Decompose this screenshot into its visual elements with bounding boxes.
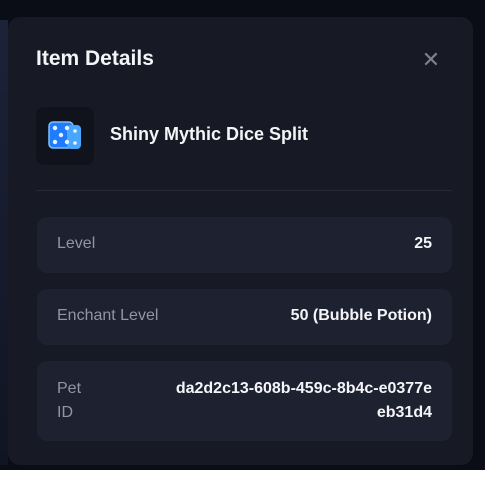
modal-title: Item Details: [36, 47, 154, 70]
close-button[interactable]: ✕: [420, 47, 442, 72]
blue-dice-icon: [48, 121, 81, 149]
detail-row-pet-id: Pet ID da2d2c13-608b-459c-8b4c-e0377eeb3…: [37, 361, 452, 441]
detail-label: Pet ID: [57, 380, 82, 421]
close-icon: ✕: [421, 47, 441, 72]
background-panel-edge: [0, 20, 8, 465]
detail-row-level: Level 25: [37, 217, 452, 273]
item-details-modal: Item Details ✕ Shiny Mythic Dice Split L…: [8, 17, 473, 465]
pet-id-value[interactable]: da2d2c13-608b-459c-8b4c-e0377eeb31d4: [172, 377, 432, 425]
detail-label: Level: [57, 235, 96, 252]
detail-value: 25: [414, 235, 432, 252]
divider: [36, 190, 452, 191]
detail-value: 50 (Bubble Potion): [290, 307, 432, 324]
item-thumbnail: [36, 107, 94, 165]
detail-label: Enchant Level: [57, 307, 159, 324]
detail-row-enchant-level: Enchant Level 50 (Bubble Potion): [37, 289, 452, 345]
item-name: Shiny Mythic Dice Split: [110, 124, 309, 144]
item-header: Shiny Mythic Dice Split: [36, 107, 456, 167]
